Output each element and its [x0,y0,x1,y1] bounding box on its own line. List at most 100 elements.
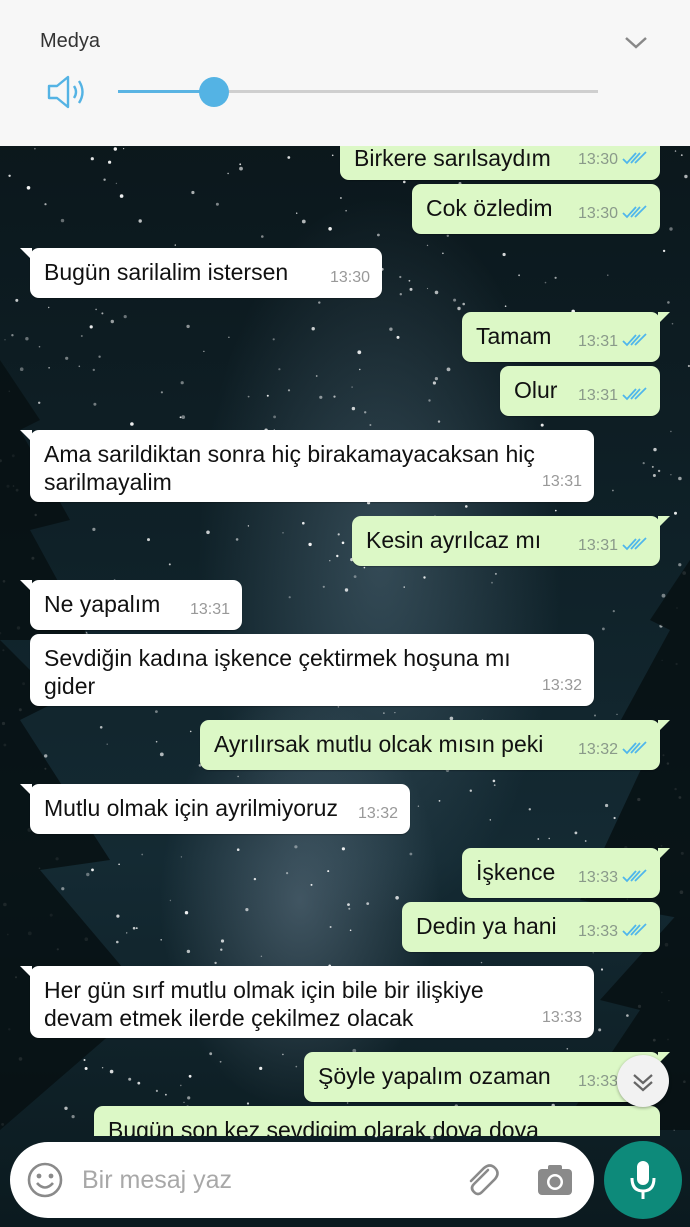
incoming-message[interactable]: Bugün sarilalim istersen 13:30 [20,248,382,298]
message-list[interactable]: Birkere sarılsaydım 13:30 Cok özledim 13:30… [0,146,690,1136]
outgoing-message[interactable]: Şöyle yapalım ozaman 13:33 [304,1052,670,1102]
chevron-down-icon[interactable] [620,28,652,56]
double-check-icon [622,741,647,755]
message-composer: Bir mesaj yaz [10,1142,594,1218]
bubble-tail [658,848,670,860]
message-text: Bugün son kez sevdigim olarak doya doya [108,1117,539,1136]
bubble-tail [20,966,32,978]
message-meta: 13:33 [578,918,648,946]
incoming-message[interactable]: Ama sarildiktan sonra hiç birakamayacaks… [20,430,594,502]
outgoing-message[interactable]: Bugün son kez sevdigim olarak doya doya [94,1106,660,1136]
message-text: Ne yapalım [44,591,161,617]
outgoing-message[interactable]: Tamam 13:31 [462,312,670,362]
double-check-icon [622,923,647,937]
message-text: Ama sarildiktan sonra hiç birakamayacaks… [44,440,535,496]
message-meta: 13:33 [542,1004,582,1032]
volume-slider-track[interactable] [118,90,598,93]
message-text: Her gün sırf mutlu olmak için bile bir i… [44,976,484,1032]
message-meta: 13:30 [578,146,648,174]
message-meta: 13:31 [190,596,230,624]
bubble-tail [658,720,670,732]
outgoing-message[interactable]: Dedin ya hani 13:33 [402,902,660,952]
bubble-tail [658,516,670,528]
volume-title: Medya [40,30,101,52]
message-text: Bugün sarilalim istersen [44,259,289,285]
message-text: Sevdiğin kadına işkence çektirmek hoşuna… [44,644,511,700]
message-time: 13:32 [577,741,618,758]
message-time: 13:33 [541,1009,582,1026]
incoming-message[interactable]: Her gün sırf mutlu olmak için bile bir i… [20,966,594,1038]
message-meta: 13:30 [330,264,370,292]
volume-slider-thumb[interactable] [199,77,229,107]
message-time: 13:31 [189,601,230,618]
message-time: 13:32 [357,805,398,822]
message-time: 13:33 [577,923,618,940]
message-meta: 13:31 [578,328,648,356]
mic-icon [630,1161,656,1199]
bubble-tail [20,430,32,442]
message-time: 13:31 [577,537,618,554]
outgoing-message[interactable]: Kesin ayrılcaz mı 13:31 [352,516,670,566]
incoming-message[interactable]: Ne yapalım 13:31 [20,580,242,630]
outgoing-message[interactable]: Birkere sarılsaydım 13:30 [340,146,660,180]
bubble-tail [658,312,670,324]
message-meta: 13:32 [578,736,648,764]
message-text: Tamam [476,323,552,349]
message-text: Şöyle yapalım ozaman [318,1063,551,1089]
message-time: 13:31 [577,387,618,404]
speaker-icon[interactable] [44,72,90,112]
message-time: 13:31 [541,473,582,490]
double-check-icon [622,869,647,883]
message-time: 13:32 [541,677,582,694]
message-text: Ayrılırsak mutlu olcak mısın peki [214,731,544,757]
mic-button[interactable] [604,1141,682,1219]
outgoing-message[interactable]: Ayrılırsak mutlu olcak mısın peki 13:32 [200,720,670,770]
bubble-tail [20,580,32,592]
message-meta: 13:32 [542,672,582,700]
message-text: Kesin ayrılcaz mı [366,527,542,553]
message-time: 13:33 [577,869,618,886]
message-meta: 13:30 [578,200,648,228]
scroll-to-bottom-button[interactable] [617,1055,669,1107]
message-text-line: Ama sarildiktan sonra hiç birakamayacaks… [44,441,535,467]
message-text-line: gider [44,673,96,699]
message-meta: 13:33 [578,864,648,892]
message-time: 13:31 [577,333,618,350]
outgoing-message[interactable]: İşkence 13:33 [462,848,670,898]
camera-icon[interactable] [536,1162,574,1198]
attach-icon[interactable] [462,1160,502,1200]
message-time: 13:30 [577,205,618,222]
message-time: 13:33 [577,1073,618,1090]
message-text: Olur [514,377,558,403]
message-text: Cok özledim [426,195,553,221]
volume-panel: Medya [0,0,690,146]
message-input[interactable]: Bir mesaj yaz [82,1166,232,1195]
message-meta: 13:32 [358,800,398,828]
message-text: İşkence [476,859,556,885]
bubble-tail [20,248,32,260]
message-text-line: devam etmek ilerde çekilmez olacak [44,1005,414,1031]
double-check-icon [622,387,647,401]
message-text-line: Her gün sırf mutlu olmak için bile bir i… [44,977,484,1003]
outgoing-message[interactable]: Cok özledim 13:30 [412,184,660,234]
double-check-icon [622,333,647,347]
message-meta: 13:31 [542,468,582,496]
message-time: 13:30 [577,151,618,168]
outgoing-message[interactable]: Olur 13:31 [500,366,660,416]
double-check-icon [622,205,647,219]
message-text: Dedin ya hani [416,913,557,939]
double-check-icon [622,537,647,551]
message-text-line: sarilmayalim [44,469,172,495]
bubble-tail [20,784,32,796]
scroll-down-icon [633,1074,653,1092]
message-text-line: Sevdiğin kadına işkence çektirmek hoşuna… [44,645,511,671]
incoming-message[interactable]: Sevdiğin kadına işkence çektirmek hoşuna… [30,634,594,706]
message-meta: 13:31 [578,382,648,410]
message-time: 13:30 [329,269,370,286]
incoming-message[interactable]: Mutlu olmak için ayrilmiyoruz 13:32 [20,784,410,834]
emoji-icon[interactable] [26,1161,64,1199]
message-meta: 13:31 [578,532,648,560]
message-text: Mutlu olmak için ayrilmiyoruz [44,795,338,821]
double-check-icon [622,151,647,165]
message-text: Birkere sarılsaydım [354,146,551,171]
